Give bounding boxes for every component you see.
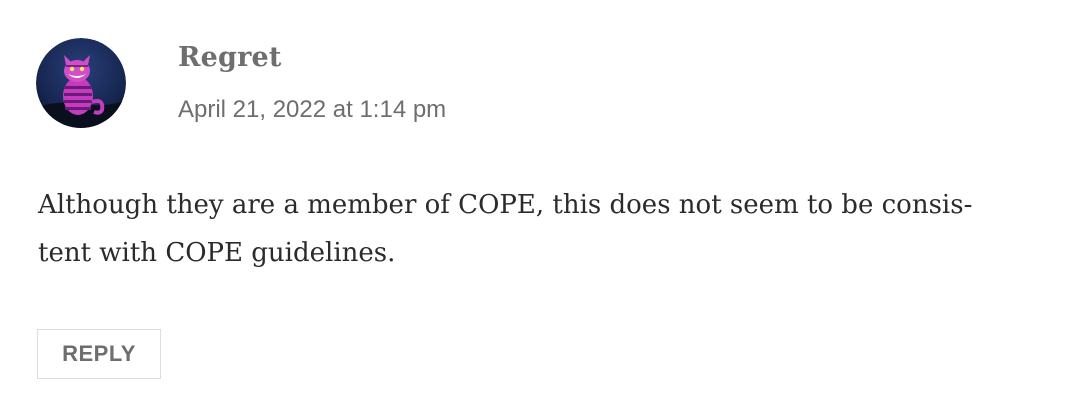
cheshire-cat-avatar-icon	[36, 38, 126, 128]
comment-date[interactable]: April 21, 2022 at 1:14 pm	[178, 92, 446, 128]
comment-body: Although they are a member of COPE, this…	[38, 181, 1048, 277]
avatar[interactable]	[36, 38, 126, 128]
comment-author[interactable]: Regret	[178, 40, 282, 76]
comment-body-line: Although they are a member of COPE, this…	[38, 190, 973, 220]
comment-body-line: tent with COPE guidelines.	[38, 238, 396, 268]
comment: Regret April 21, 2022 at 1:14 pm Althoug…	[0, 0, 1080, 413]
reply-button[interactable]: REPLY	[37, 329, 161, 379]
